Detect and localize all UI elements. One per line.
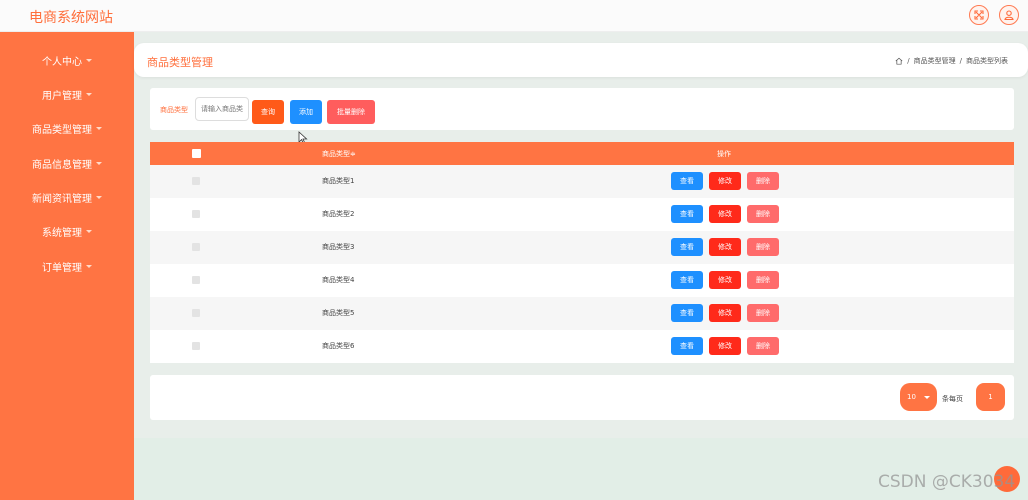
table-row: 商品类型5 查看 修改 删除 (150, 297, 1014, 330)
watermark: CSDN @CK3034 (878, 472, 1016, 492)
cell-type: 商品类型3 (322, 243, 355, 251)
sidebar-item-label: 用户管理 (42, 90, 82, 102)
column-header-type[interactable]: 商品类型≑ (322, 149, 356, 159)
sidebar-item-label: 个人中心 (42, 56, 82, 68)
delete-button[interactable]: 删除 (747, 205, 779, 223)
caret-down-icon (86, 58, 92, 62)
sidebar-item-order-management[interactable]: 订单管理 (0, 254, 134, 278)
sidebar-item-news-management[interactable]: 新闻资讯管理 (0, 185, 134, 209)
cell-type: 商品类型1 (322, 177, 355, 185)
sort-icon: ≑ (350, 150, 356, 158)
row-checkbox[interactable] (192, 276, 200, 284)
sidebar-item-system-management[interactable]: 系统管理 (0, 219, 134, 243)
table-row: 商品类型2 查看 修改 删除 (150, 198, 1014, 231)
table-row: 商品类型1 查看 修改 删除 (150, 165, 1014, 198)
delete-button[interactable]: 删除 (747, 337, 779, 355)
breadcrumb-separator: / (959, 57, 962, 65)
cell-type: 商品类型6 (322, 342, 355, 350)
sidebar-item-label: 商品信息管理 (32, 159, 92, 171)
sidebar: 个人中心 用户管理 商品类型管理 商品信息管理 新闻资讯管理 系统管理 订单管理 (0, 32, 134, 500)
caret-down-icon (86, 92, 92, 96)
edit-button[interactable]: 修改 (709, 205, 741, 223)
sidebar-item-label: 新闻资讯管理 (32, 193, 92, 205)
search-label: 商品类型 (160, 106, 188, 114)
table-row: 商品类型3 查看 修改 删除 (150, 231, 1014, 264)
sidebar-item-label: 订单管理 (42, 262, 82, 274)
caret-down-icon (86, 229, 92, 233)
sidebar-item-product-info-management[interactable]: 商品信息管理 (0, 151, 134, 175)
cell-type: 商品类型2 (322, 210, 355, 218)
top-bar: 电商系统网站 (0, 0, 1028, 32)
view-button[interactable]: 查看 (671, 238, 703, 256)
caret-down-icon (96, 126, 102, 130)
user-icon (1004, 10, 1014, 21)
view-button[interactable]: 查看 (671, 271, 703, 289)
edit-button[interactable]: 修改 (709, 238, 741, 256)
breadcrumb: / 商品类型管理 / 商品类型列表 (895, 56, 1008, 66)
breadcrumb-separator: / (907, 57, 910, 65)
delete-button[interactable]: 删除 (747, 304, 779, 322)
breadcrumb-level2: 商品类型列表 (966, 57, 1008, 65)
row-checkbox[interactable] (192, 243, 200, 251)
sidebar-item-personal-center[interactable]: 个人中心 (0, 48, 134, 72)
page-header: 商品类型管理 / 商品类型管理 / 商品类型列表 (134, 43, 1028, 77)
cell-type: 商品类型4 (322, 276, 355, 284)
site-title: 电商系统网站 (29, 10, 113, 26)
chevron-down-icon (924, 395, 930, 399)
data-table: 商品类型≑ 操作 商品类型1 查看 修改 删除 商品类型2 查看 修改 删除 商… (150, 142, 1014, 363)
sidebar-item-product-type-management[interactable]: 商品类型管理 (0, 116, 134, 140)
fullscreen-button[interactable] (969, 5, 989, 25)
page-title: 商品类型管理 (147, 56, 213, 69)
view-button[interactable]: 查看 (671, 304, 703, 322)
page-number-button[interactable]: 1 (976, 383, 1005, 411)
user-button[interactable] (999, 5, 1019, 25)
table-row: 商品类型4 查看 修改 删除 (150, 264, 1014, 297)
view-button[interactable]: 查看 (671, 337, 703, 355)
sidebar-item-label: 系统管理 (42, 227, 82, 239)
caret-down-icon (86, 264, 92, 268)
per-page-label: 条每页 (942, 395, 963, 403)
delete-button[interactable]: 删除 (747, 238, 779, 256)
pagination: 10 条每页 1 (150, 375, 1014, 420)
batch-delete-button[interactable]: 批量删除 (327, 100, 375, 124)
view-button[interactable]: 查看 (671, 205, 703, 223)
caret-down-icon (96, 195, 102, 199)
query-button[interactable]: 查询 (252, 100, 284, 124)
row-checkbox[interactable] (192, 309, 200, 317)
table-row: 商品类型6 查看 修改 删除 (150, 330, 1014, 363)
fullscreen-icon (974, 10, 984, 20)
row-checkbox[interactable] (192, 342, 200, 350)
home-icon[interactable] (895, 57, 903, 65)
view-button[interactable]: 查看 (671, 172, 703, 190)
row-checkbox[interactable] (192, 210, 200, 218)
select-all-checkbox[interactable] (192, 149, 201, 158)
edit-button[interactable]: 修改 (709, 271, 741, 289)
search-input[interactable] (195, 97, 249, 121)
page-size-value: 10 (907, 393, 916, 401)
edit-button[interactable]: 修改 (709, 304, 741, 322)
delete-button[interactable]: 删除 (747, 271, 779, 289)
search-bar: 商品类型 查询 添加 批量删除 (150, 88, 1014, 130)
sidebar-item-user-management[interactable]: 用户管理 (0, 82, 134, 106)
row-checkbox[interactable] (192, 177, 200, 185)
sidebar-item-label: 商品类型管理 (32, 124, 92, 136)
cell-type: 商品类型5 (322, 309, 355, 317)
delete-button[interactable]: 删除 (747, 172, 779, 190)
table-header: 商品类型≑ 操作 (150, 142, 1014, 165)
breadcrumb-level1[interactable]: 商品类型管理 (914, 56, 956, 66)
page-size-select[interactable]: 10 (900, 383, 937, 411)
caret-down-icon (96, 161, 102, 165)
edit-button[interactable]: 修改 (709, 337, 741, 355)
edit-button[interactable]: 修改 (709, 172, 741, 190)
add-button[interactable]: 添加 (290, 100, 322, 124)
column-header-actions: 操作 (717, 150, 731, 158)
